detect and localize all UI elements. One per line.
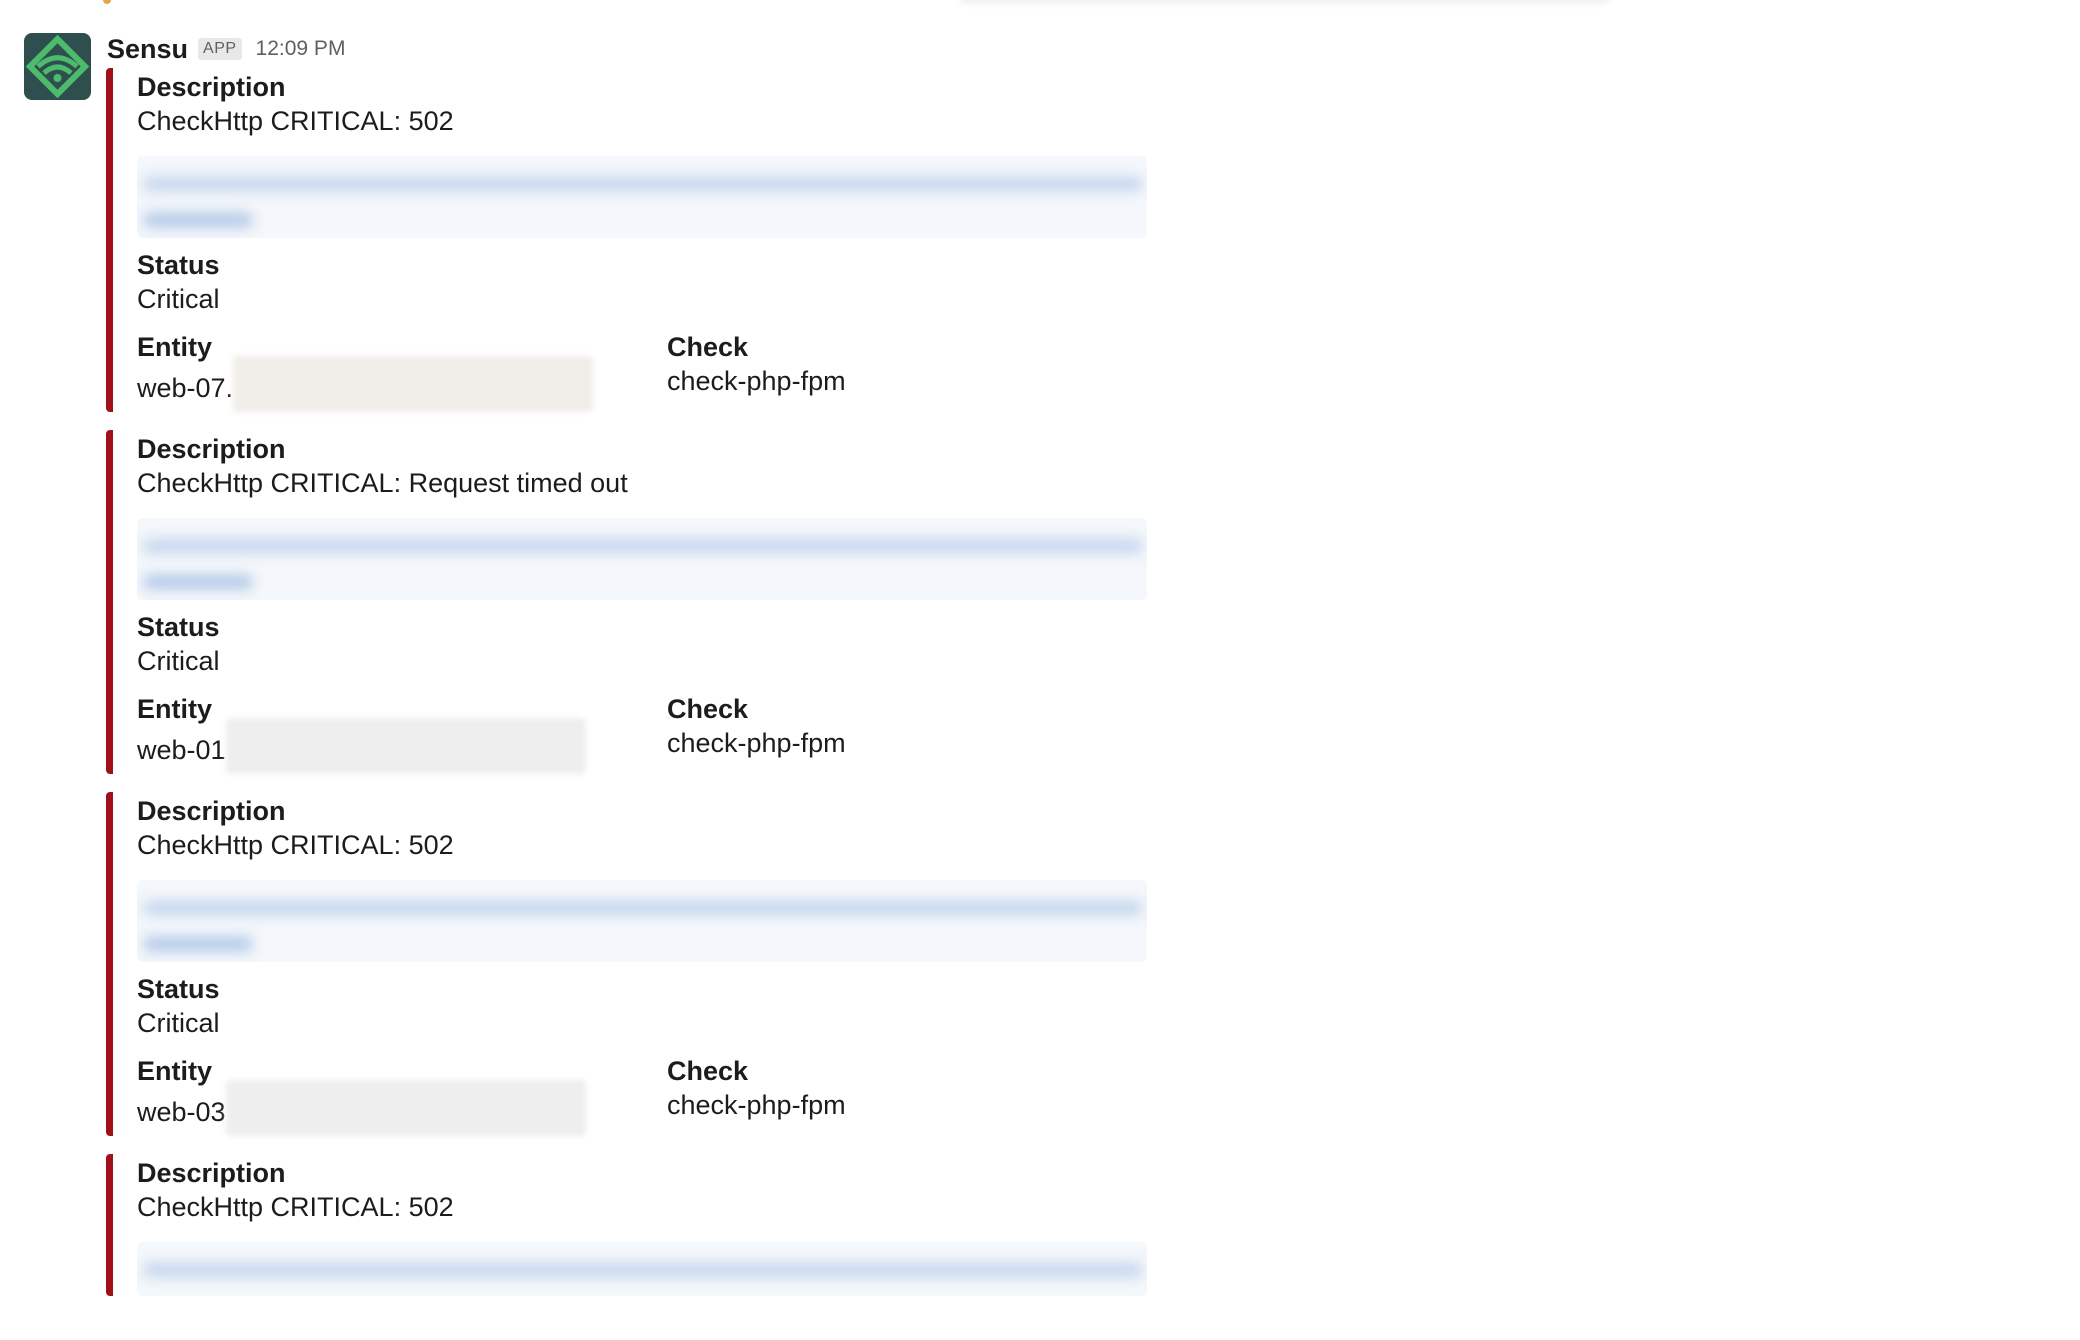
- sender-name[interactable]: Sensu: [107, 34, 188, 65]
- status-label: Status: [137, 974, 220, 1004]
- description-label: Description: [137, 1158, 286, 1188]
- redacted-hostname: [233, 356, 594, 412]
- description-label: Description: [137, 434, 286, 464]
- redacted-link[interactable]: [137, 156, 1147, 238]
- alert-attachment: Description CheckHttp CRITICAL: 502 Stat…: [106, 792, 1206, 1136]
- message-header: Sensu APP 12:09 PM: [107, 32, 345, 66]
- message-pane: Sensu APP 12:09 PM Description CheckHttp…: [0, 0, 2080, 1340]
- status-value: Critical: [137, 1008, 220, 1038]
- description-value: CheckHttp CRITICAL: 502: [137, 106, 454, 136]
- description-value: CheckHttp CRITICAL: 502: [137, 830, 454, 860]
- status-label: Status: [137, 250, 220, 280]
- check-value: check-php-fpm: [667, 1090, 846, 1120]
- check-value: check-php-fpm: [667, 366, 846, 396]
- check-label: Check: [667, 694, 749, 724]
- status-label: Status: [137, 612, 220, 642]
- redacted-hostname: [225, 1080, 586, 1136]
- description-label: Description: [137, 72, 286, 102]
- app-badge: APP: [198, 38, 242, 60]
- alert-attachment: Description CheckHttp CRITICAL: Request …: [106, 430, 1206, 774]
- entity-value: web-03: [137, 1097, 226, 1127]
- description-value: CheckHttp CRITICAL: Request timed out: [137, 468, 628, 498]
- redacted-link[interactable]: [137, 518, 1147, 600]
- alert-attachment: Description CheckHttp CRITICAL: 502: [106, 1154, 1206, 1296]
- sensu-logo-icon[interactable]: [24, 33, 91, 100]
- alert-attachment: Description CheckHttp CRITICAL: 502 Stat…: [106, 68, 1206, 412]
- check-value: check-php-fpm: [667, 728, 846, 758]
- redacted-link[interactable]: [137, 880, 1147, 962]
- attachment-list: Description CheckHttp CRITICAL: 502 Stat…: [106, 68, 1206, 1296]
- message-timestamp[interactable]: 12:09 PM: [256, 37, 346, 61]
- description-value: CheckHttp CRITICAL: 502: [137, 1192, 454, 1222]
- check-label: Check: [667, 332, 749, 362]
- entity-value: web-07.: [137, 373, 234, 403]
- description-label: Description: [137, 796, 286, 826]
- entity-value: web-01: [137, 735, 226, 765]
- check-label: Check: [667, 1056, 749, 1086]
- status-value: Critical: [137, 646, 220, 676]
- redacted-hostname: [225, 718, 586, 774]
- previous-message-marker: [103, 0, 111, 4]
- status-value: Critical: [137, 284, 220, 314]
- previous-message-edge: [960, 0, 1610, 4]
- redacted-link[interactable]: [137, 1242, 1147, 1296]
